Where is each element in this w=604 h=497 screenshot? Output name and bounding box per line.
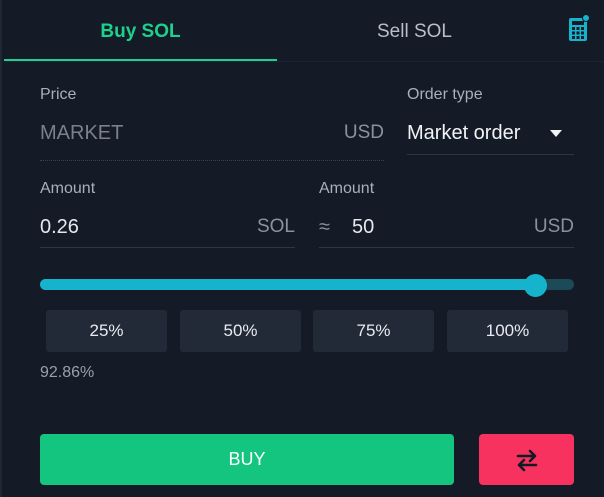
swap-button[interactable] bbox=[479, 434, 574, 485]
percent-50-button[interactable]: 50% bbox=[180, 310, 301, 352]
amount-base-label: Amount bbox=[40, 180, 96, 197]
amount-quote-label: Amount bbox=[319, 180, 375, 197]
slider-thumb[interactable] bbox=[524, 274, 548, 297]
percent-readout: 92.86% bbox=[40, 364, 95, 381]
caret-down-icon bbox=[550, 130, 562, 137]
tab-sell[interactable]: Sell SOL bbox=[277, 0, 552, 62]
calculator-icon[interactable] bbox=[568, 14, 590, 42]
percent-25-button[interactable]: 25% bbox=[46, 310, 167, 352]
slider-fill bbox=[40, 279, 536, 290]
percent-75-button[interactable]: 75% bbox=[313, 310, 434, 352]
order-type-label: Order type bbox=[407, 86, 483, 103]
order-type-value: Market order bbox=[407, 122, 521, 144]
percent-100-button[interactable]: 100% bbox=[447, 310, 568, 352]
amount-quote-underline bbox=[319, 247, 574, 248]
trade-panel: Buy SOL Sell SOL Price MARKET USD Order … bbox=[0, 0, 604, 497]
price-label: Price bbox=[40, 86, 77, 103]
amount-base-underline bbox=[40, 247, 295, 248]
amount-base-input[interactable]: 0.26 SOL bbox=[40, 215, 295, 248]
tab-buy[interactable]: Buy SOL bbox=[4, 0, 277, 62]
amount-quote-input[interactable]: ≈ 50 USD bbox=[319, 215, 574, 248]
tabs-divider bbox=[4, 61, 604, 62]
order-type-underline bbox=[407, 154, 574, 155]
swap-arrows-icon bbox=[516, 449, 538, 472]
side-tabs: Buy SOL Sell SOL bbox=[4, 0, 552, 62]
price-underline bbox=[40, 160, 384, 161]
amount-quote-value: 50 bbox=[352, 216, 375, 238]
buy-button[interactable]: BUY bbox=[40, 434, 454, 485]
amount-base-unit: SOL bbox=[256, 216, 295, 237]
price-value: MARKET bbox=[40, 122, 124, 144]
order-type-select[interactable]: Market order bbox=[407, 121, 574, 155]
amount-slider[interactable] bbox=[40, 274, 574, 297]
amount-quote-unit: USD bbox=[533, 216, 574, 237]
amount-base-value: 0.26 bbox=[40, 216, 79, 238]
price-unit: USD bbox=[343, 122, 384, 143]
approx-icon: ≈ bbox=[319, 216, 330, 238]
price-field[interactable]: MARKET USD bbox=[40, 121, 384, 161]
